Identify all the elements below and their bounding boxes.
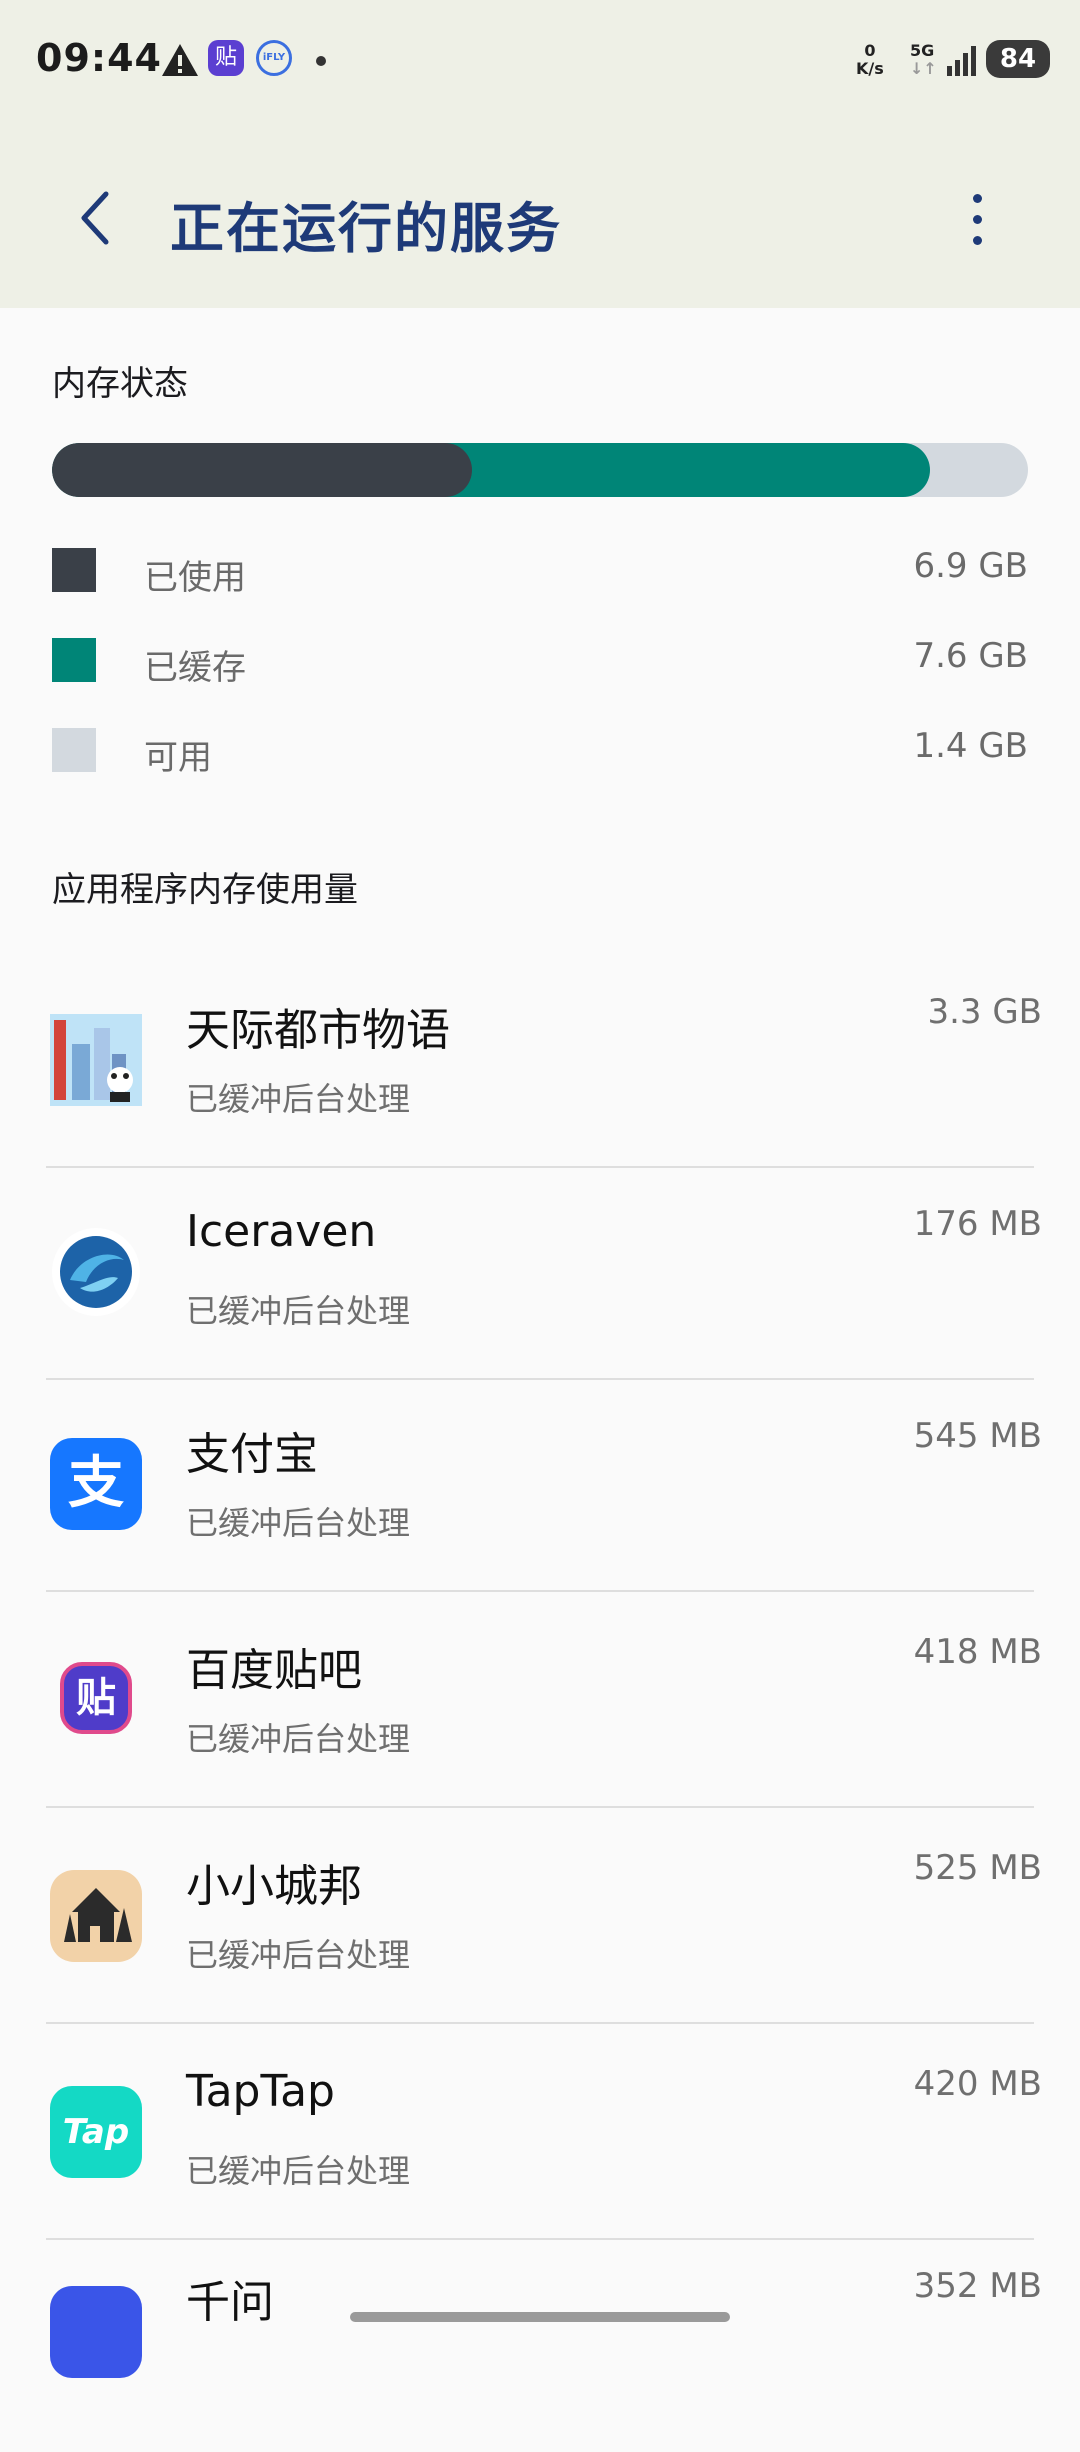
app-row[interactable]: Iceraven 已缓冲后台处理 176 MB	[0, 1168, 1080, 1380]
app-name: 百度贴吧	[186, 1645, 362, 1696]
memory-bar	[52, 443, 1028, 497]
app-status: 已缓冲后台处理	[186, 2152, 411, 2190]
more-notifications-dot	[316, 56, 326, 66]
app-name: 支付宝	[186, 1429, 318, 1480]
app-memory-title: 应用程序内存使用量	[52, 870, 358, 910]
iceraven-app-icon	[52, 1228, 140, 1316]
legend-cached-value: 7.6 GB	[913, 636, 1028, 676]
legend-cached-label: 已缓存	[144, 648, 246, 688]
app-size: 418 MB	[913, 1632, 1042, 1672]
taptap-icon-glyph: Tap	[62, 2112, 130, 2152]
divider	[46, 2022, 1034, 2024]
more-vert-icon[interactable]	[964, 190, 990, 250]
app-size: 545 MB	[913, 1416, 1042, 1456]
app-row[interactable]: 千问 352 MB	[0, 2240, 1080, 2452]
app-status: 已缓冲后台处理	[186, 1292, 411, 1330]
home-indicator[interactable]	[350, 2312, 730, 2322]
app-size: 3.3 GB	[927, 992, 1042, 1032]
app-status: 已缓冲后台处理	[186, 1080, 411, 1118]
status-time: 09:44	[36, 36, 162, 80]
network-type-label: 5G	[910, 41, 935, 60]
app-name: 小小城邦	[186, 1861, 362, 1912]
app-row[interactable]: 支 支付宝 已缓冲后台处理 545 MB	[0, 1380, 1080, 1592]
app-row[interactable]: 贴 百度贴吧 已缓冲后台处理 418 MB	[0, 1596, 1080, 1808]
more-dot	[973, 194, 982, 203]
app-size: 352 MB	[913, 2266, 1042, 2306]
app-row[interactable]: 天际都市物语 已缓冲后台处理 3.3 GB	[0, 956, 1080, 1168]
tieba-icon-glyph: 贴	[76, 1675, 116, 1721]
app-size: 176 MB	[913, 1204, 1042, 1244]
qianwen-app-icon	[50, 2286, 142, 2378]
network-type: 5G ↓↑	[910, 42, 937, 78]
data-arrows-icon: ↓↑	[910, 59, 937, 78]
app-status: 已缓冲后台处理	[186, 1936, 411, 1974]
status-bar: 09:44 贴 iFLY 0 K/s 5G ↓↑ 84	[0, 0, 1080, 120]
app-name: Iceraven	[186, 1206, 377, 1257]
tiny-city-app-icon	[50, 1870, 142, 1962]
more-dot	[973, 236, 982, 245]
legend-free: 可用 1.4 GB	[52, 722, 1028, 782]
memory-bar-used	[52, 443, 472, 497]
legend-cached: 已缓存 7.6 GB	[52, 632, 1028, 692]
signal-icon	[947, 46, 976, 76]
app-name: 千问	[186, 2277, 274, 2328]
app-row[interactable]: Tap TapTap 已缓冲后台处理 420 MB	[0, 2028, 1080, 2240]
taptap-app-icon: Tap	[50, 2086, 142, 2178]
app-status: 已缓冲后台处理	[186, 1720, 411, 1758]
legend-used-swatch	[52, 548, 96, 592]
battery-icon: 84	[986, 40, 1050, 78]
app-row[interactable]: 小小城邦 已缓冲后台处理 525 MB	[0, 1812, 1080, 2024]
warning-icon	[162, 44, 198, 76]
more-dot	[973, 215, 982, 224]
net-speed-unit: K/s	[856, 59, 884, 78]
divider	[46, 1590, 1034, 1592]
back-arrow-icon[interactable]	[76, 188, 120, 248]
memory-status-title: 内存状态	[52, 364, 188, 404]
alipay-icon-glyph: 支	[68, 1451, 124, 1516]
page-title: 正在运行的服务	[170, 197, 562, 260]
app-size: 525 MB	[913, 1848, 1042, 1888]
legend-used-label: 已使用	[144, 558, 246, 598]
legend-free-label: 可用	[144, 738, 212, 778]
legend-free-swatch	[52, 728, 96, 772]
legend-free-value: 1.4 GB	[913, 726, 1028, 766]
legend-cached-swatch	[52, 638, 96, 682]
net-speed: 0 K/s	[856, 42, 884, 78]
skyline-city-app-icon	[50, 1014, 142, 1106]
app-size: 420 MB	[913, 2064, 1042, 2104]
legend-used-value: 6.9 GB	[913, 546, 1028, 586]
app-name: TapTap	[186, 2066, 335, 2117]
alipay-app-icon: 支	[50, 1438, 142, 1530]
app-status: 已缓冲后台处理	[186, 1504, 411, 1542]
legend-used: 已使用 6.9 GB	[52, 542, 1028, 602]
tieba-notification-icon: 贴	[208, 40, 244, 76]
divider	[46, 1806, 1034, 1808]
top-bar: 09:44 贴 iFLY 0 K/s 5G ↓↑ 84 正在运行的服务	[0, 0, 1080, 308]
ifly-notification-icon: iFLY	[256, 40, 292, 76]
app-name: 天际都市物语	[186, 1005, 450, 1056]
net-speed-value: 0	[864, 41, 876, 60]
baidu-tieba-app-icon: 贴	[60, 1662, 132, 1734]
